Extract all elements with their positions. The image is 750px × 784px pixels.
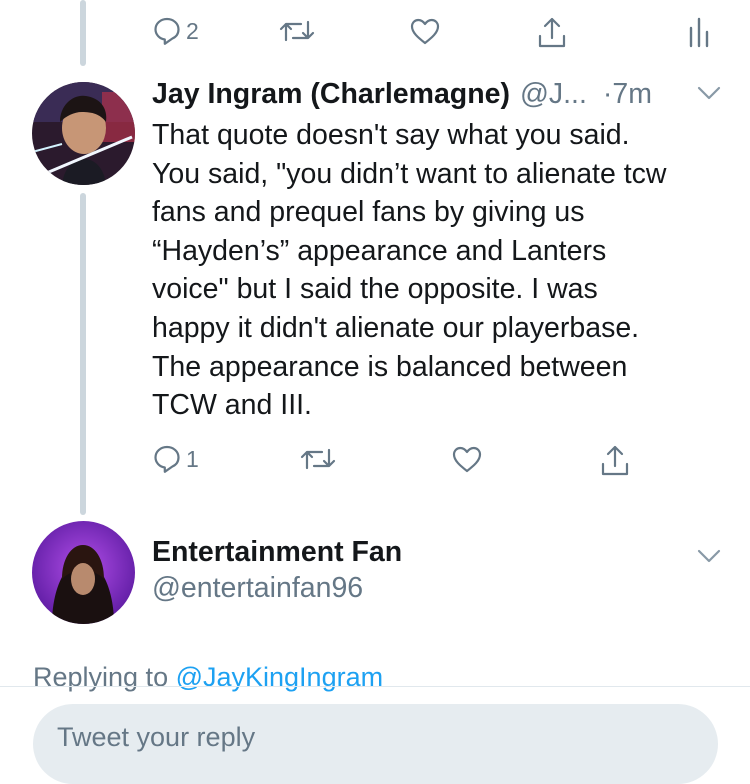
account-switch-button[interactable] [696,547,722,570]
reply-placeholder: Tweet your reply [57,722,256,752]
reply-button[interactable]: 2 [152,16,199,46]
tweet-text: That quote doesn't say what you said. Yo… [152,119,667,422]
share-icon [601,445,629,476]
reply-button[interactable]: 1 [152,444,199,474]
retweet-icon [300,448,336,470]
user-avatar[interactable] [32,521,135,624]
previous-tweet-actions: 2 [0,16,750,56]
reply-input[interactable]: Tweet your reply [33,704,718,784]
divider [0,686,750,687]
chevron-down-icon [697,86,721,100]
analytics-icon [689,17,709,48]
share-button[interactable] [536,16,568,50]
reply-icon [154,445,180,473]
tweet-menu-button[interactable] [696,84,722,107]
reply-count: 2 [186,17,199,44]
author-handle[interactable]: @J... [520,78,587,111]
avatar[interactable] [32,82,135,185]
like-icon [410,18,440,45]
replying-prefix: Replying to [33,662,176,692]
like-button[interactable] [409,16,441,46]
chevron-down-icon [697,549,721,563]
replying-mention-link[interactable]: @JayKingIngram [176,662,384,692]
retweet-button[interactable] [300,444,336,474]
reply-count: 1 [186,445,199,472]
retweet-icon [279,20,315,42]
share-icon [538,17,566,48]
reply-icon [154,17,180,45]
like-button[interactable] [451,444,483,474]
retweet-button[interactable] [279,16,315,46]
like-icon [452,446,482,473]
analytics-button[interactable] [688,16,712,50]
share-button[interactable] [599,444,631,478]
tweet-actions: 1 [0,444,750,484]
composer-user-name: Entertainment Fan [152,536,403,568]
tweet-header: Jay Ingram (Charlemagne) @J... ·7m [152,78,692,111]
tweet-time[interactable]: ·7m [603,78,652,111]
author-name[interactable]: Jay Ingram (Charlemagne) [152,78,510,111]
composer-user-handle: @entertainfan96 [152,572,364,604]
replying-to: Replying to @JayKingIngram [33,662,383,693]
